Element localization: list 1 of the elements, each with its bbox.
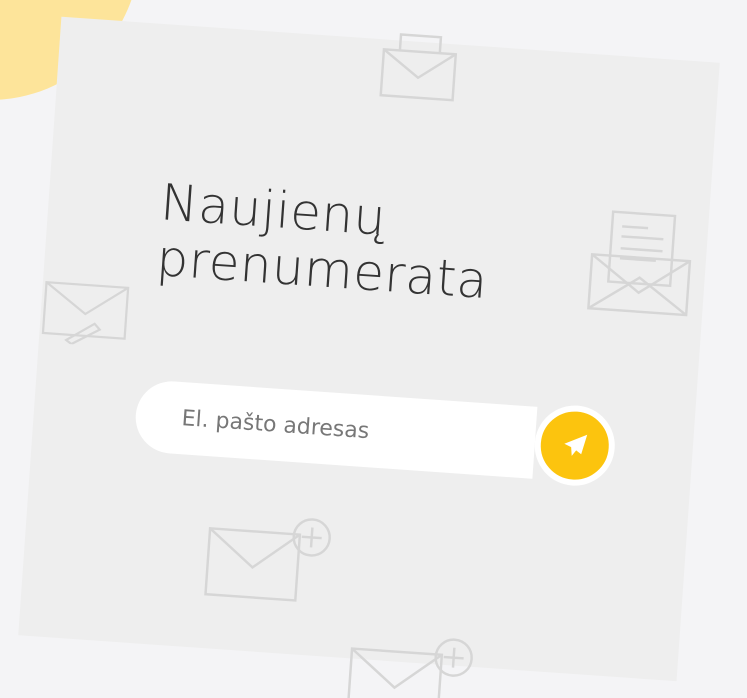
newsletter-title: Naujienų prenumerata <box>154 174 490 310</box>
